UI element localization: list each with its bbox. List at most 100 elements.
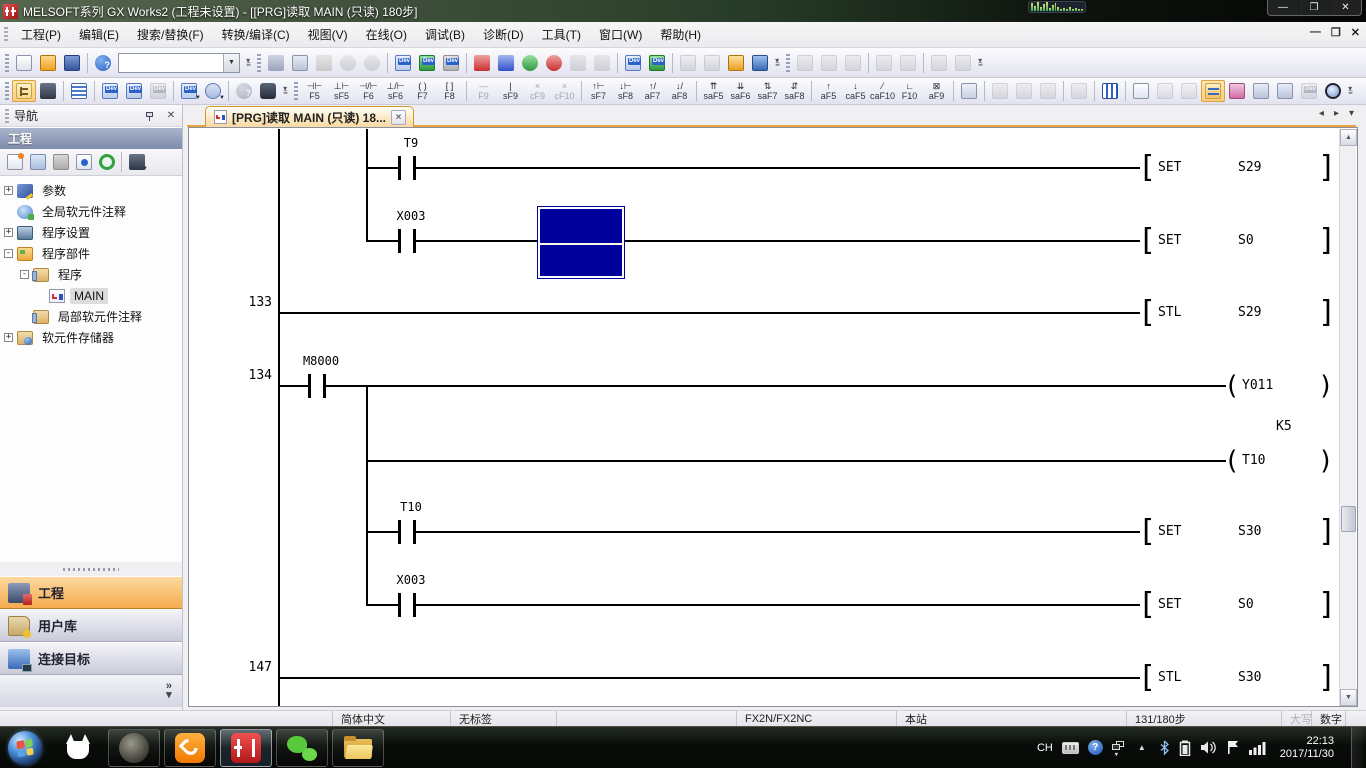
toolbar-overflow-chevron[interactable]: ▾≡ xyxy=(1345,80,1356,102)
pulse-up-2-key[interactable]: ⇈saF5 xyxy=(700,79,727,103)
output-window-button[interactable] xyxy=(67,80,91,102)
nav-refresh-button[interactable] xyxy=(95,151,118,173)
display-format-button[interactable] xyxy=(1201,80,1225,102)
taskbar-clock[interactable]: 22:13 2017/11/30 xyxy=(1280,735,1334,761)
read-from-plc-button[interactable] xyxy=(494,51,518,74)
end-step-key[interactable]: ∟F10 xyxy=(896,79,923,103)
step-ladder-down-button[interactable] xyxy=(817,51,841,74)
pulse-up-2-branch-key[interactable]: ⇅saF7 xyxy=(754,79,781,103)
nav-sort-dropdown[interactable]: ▼ xyxy=(125,151,148,173)
pulse-up-contact-key[interactable]: ↑⊢sF7 xyxy=(585,79,612,103)
horizontal-line-key[interactable]: —F9 xyxy=(470,79,497,103)
monitor-step-button[interactable] xyxy=(590,51,614,74)
redo-button[interactable] xyxy=(360,51,384,74)
open-branch-key[interactable]: ⊥⊢sF5 xyxy=(328,79,355,103)
window-cascade-button[interactable] xyxy=(676,51,700,74)
menu-item-7[interactable]: 调试(B) xyxy=(416,23,474,46)
cut-button[interactable] xyxy=(264,51,288,74)
workspace-connection-button[interactable]: 连接目标 xyxy=(0,642,182,675)
language-indicator[interactable]: CH xyxy=(1037,742,1053,754)
navigation-toggle-button[interactable] xyxy=(12,80,36,102)
step-ladder-block-button[interactable] xyxy=(841,51,865,74)
comment-edit-button[interactable] xyxy=(927,51,951,74)
keyboard-layout-icon[interactable] xyxy=(1062,742,1079,754)
delete-row-button[interactable] xyxy=(1067,80,1091,102)
network-signal-icon[interactable] xyxy=(1249,741,1267,755)
zoom-button[interactable] xyxy=(1321,80,1345,102)
step-ladder-up-button[interactable] xyxy=(793,51,817,74)
new-project-button[interactable] xyxy=(12,51,36,74)
delete-vline-key[interactable]: ×cF10 xyxy=(551,79,578,103)
insert-row-button[interactable] xyxy=(1036,80,1060,102)
scroll-down-button[interactable]: ▼ xyxy=(1340,689,1357,706)
action-center-flag-icon[interactable] xyxy=(1226,740,1240,755)
device-test-button[interactable]: Dev xyxy=(439,51,463,74)
copy-button[interactable] xyxy=(288,51,312,74)
menu-item-10[interactable]: 窗口(W) xyxy=(590,23,651,46)
close-button[interactable]: ✕ xyxy=(1330,0,1361,15)
toolbar-overflow-chevron[interactable]: ▾≡ xyxy=(243,52,254,74)
volume-icon[interactable] xyxy=(1200,740,1217,755)
combo-dropdown-icon[interactable]: ▼ xyxy=(223,54,239,72)
tree-expander[interactable]: + xyxy=(4,333,13,342)
minimize-button[interactable]: — xyxy=(1268,0,1299,15)
pulse-down-2-key[interactable]: ⇊saF6 xyxy=(727,79,754,103)
device-comment-display-button[interactable]: Dev xyxy=(98,80,122,102)
taskbar-app-uc-browser[interactable] xyxy=(164,729,216,767)
ime-help-icon[interactable]: ? xyxy=(1088,740,1103,755)
find-string-button[interactable] xyxy=(1249,80,1273,102)
monitor-stop-button[interactable] xyxy=(542,51,566,74)
device-register-monitor-button[interactable]: Dev xyxy=(645,51,669,74)
menu-item-2[interactable]: 编辑(E) xyxy=(70,23,128,46)
window-tile-button[interactable] xyxy=(700,51,724,74)
monitor-start-button[interactable] xyxy=(518,51,542,74)
replace-string-button[interactable] xyxy=(1273,80,1297,102)
scroll-up-button[interactable]: ▲ xyxy=(1340,129,1357,146)
function-block-button[interactable] xyxy=(36,80,60,102)
monitor-pause-button[interactable] xyxy=(566,51,590,74)
program-selector-combobox[interactable]: ▼ xyxy=(118,53,240,73)
device-batch-replace-button[interactable] xyxy=(1098,80,1122,102)
vertical-scrollbar[interactable]: ▲ ▼ xyxy=(1339,129,1356,706)
find-button[interactable] xyxy=(256,80,280,102)
pin-icon[interactable] xyxy=(144,110,156,122)
closed-branch-key[interactable]: ⊥/⊢sF6 xyxy=(382,79,409,103)
cross-reference-button[interactable] xyxy=(872,51,896,74)
bluetooth-icon[interactable] xyxy=(1159,740,1170,755)
invert-operation-key[interactable]: ⁄caF10 xyxy=(869,79,896,103)
taskbar-app-gx-works2[interactable] xyxy=(220,729,272,767)
delete-step-key[interactable]: ⊠aF9 xyxy=(923,79,950,103)
ladder-selection-cursor[interactable] xyxy=(537,206,625,279)
tab-scroll-left-button[interactable]: ◂ xyxy=(1319,108,1324,119)
menu-item-5[interactable]: 视图(V) xyxy=(299,23,357,46)
statement-edit-button[interactable] xyxy=(951,51,975,74)
tree-expander[interactable]: - xyxy=(20,270,29,279)
menu-item-11[interactable]: 帮助(H) xyxy=(651,23,710,46)
jump-button[interactable] xyxy=(724,51,748,74)
tree-item-全局软元件注释[interactable]: 全局软元件注释 xyxy=(0,201,182,222)
device-batch-monitor-button[interactable]: Dev xyxy=(621,51,645,74)
pulse-down-branch-key[interactable]: ↓/aF8 xyxy=(666,79,693,103)
menu-item-8[interactable]: 诊断(D) xyxy=(474,23,533,46)
invert-result-down-key[interactable]: ↓caF5 xyxy=(842,79,869,103)
tree-expander[interactable]: + xyxy=(4,186,13,195)
toolbar-overflow-chevron[interactable]: ▾≡ xyxy=(975,52,986,74)
pulse-up-branch-key[interactable]: ↑/aF7 xyxy=(639,79,666,103)
start-button[interactable] xyxy=(8,731,42,765)
pulse-down-contact-key[interactable]: ↓⊢sF8 xyxy=(612,79,639,103)
pulse-down-2-branch-key[interactable]: ⇵saF8 xyxy=(781,79,808,103)
note-display-button[interactable] xyxy=(1177,80,1201,102)
panel-splitter[interactable] xyxy=(0,562,182,576)
taskbar-app-explorer[interactable] xyxy=(332,729,384,767)
restore-button[interactable]: ❐ xyxy=(1299,0,1330,15)
device-comment-button[interactable]: Dev xyxy=(391,51,415,74)
jump-window-button[interactable] xyxy=(896,51,920,74)
hidden-icons-button[interactable]: ▲ xyxy=(1138,743,1146,752)
tab-close-button[interactable]: × xyxy=(391,110,406,125)
nav-copy-button[interactable] xyxy=(26,151,49,173)
menu-item-9[interactable]: 工具(T) xyxy=(533,23,590,46)
inline-st-button[interactable] xyxy=(957,80,981,102)
workspace-project-button[interactable]: 工程 xyxy=(0,576,182,609)
taskbar-app-user-avatar[interactable] xyxy=(108,729,160,767)
delete-connect-line-button[interactable] xyxy=(1012,80,1036,102)
